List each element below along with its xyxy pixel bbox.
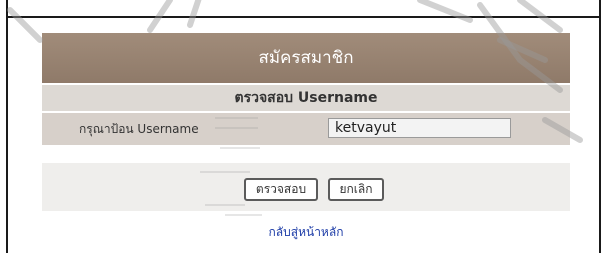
check-button[interactable]: ตรวจสอบ — [244, 178, 318, 201]
username-label: กรุณาป้อน Username — [79, 122, 199, 136]
home-link[interactable]: กลับสู่หน้าหลัก — [42, 223, 570, 242]
username-input[interactable] — [328, 118, 511, 138]
form-subtitle: ตรวจสอบ Username — [42, 85, 570, 111]
page-border-right — [599, 0, 601, 253]
action-row: ตรวจสอบ ยกเลิก — [42, 163, 570, 211]
form-title: สมัครสมาชิก — [42, 33, 570, 83]
cancel-button[interactable]: ยกเลิก — [328, 178, 384, 201]
register-panel: สมัครสมาชิก ตรวจสอบ Username กรุณาป้อน U… — [42, 33, 570, 253]
page-border-left — [6, 0, 8, 253]
username-row: กรุณาป้อน Username — [42, 113, 570, 145]
page-border-top — [6, 16, 601, 18]
